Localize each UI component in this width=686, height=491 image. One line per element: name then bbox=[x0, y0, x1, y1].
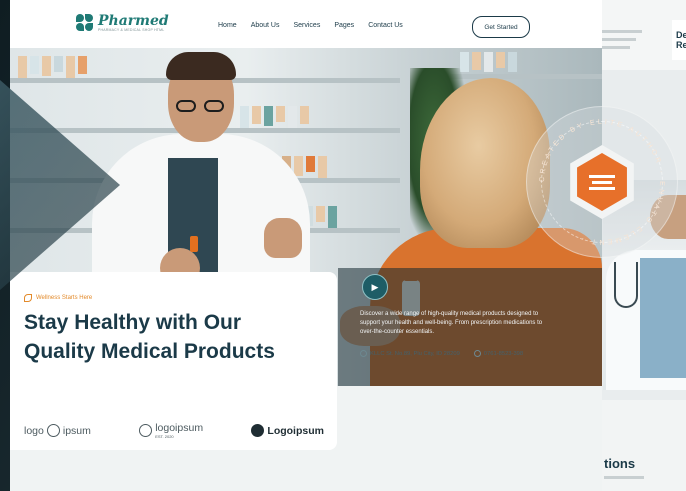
side-feature-card: De Re bbox=[672, 20, 686, 60]
side-card-title-1: De bbox=[676, 30, 686, 40]
brand-tagline: PHARMACY & MEDICAL SHOP HTML bbox=[98, 28, 165, 32]
pharmed-logo-icon bbox=[76, 14, 94, 32]
address-text: KLLC St. No.89, Plu City, ID 28209 bbox=[370, 350, 460, 357]
contact-info: KLLC St. No.89, Plu City, ID 28209 0761-… bbox=[360, 350, 523, 357]
elite-author-hexagon-icon bbox=[565, 145, 639, 219]
glasses-icon bbox=[176, 100, 230, 112]
nav-item-contact-us[interactable]: Contact Us bbox=[368, 22, 403, 29]
product-boxes bbox=[18, 56, 87, 78]
location-icon bbox=[360, 350, 367, 357]
stethoscope-icon bbox=[614, 262, 638, 308]
get-started-button[interactable]: Get Started bbox=[472, 16, 530, 38]
doctor-shirt bbox=[640, 258, 686, 378]
headline-line-2: Quality Medical Products bbox=[24, 340, 275, 363]
author-badge: CREATED BY ELITE AUTHOR · ENVATO ELEMENT… bbox=[526, 106, 678, 258]
nav-menu: Home About Us Services Pages Contact Us bbox=[218, 22, 403, 29]
eyebrow-text: Wellness Starts Here bbox=[36, 295, 93, 301]
side-lower-section: tions bbox=[600, 400, 686, 491]
partner-logos: logo ipsum logoipsum EST. 2020 Logoipsum bbox=[24, 422, 324, 439]
navbar: Pharmed PHARMACY & MEDICAL SHOP HTML Hom… bbox=[10, 0, 602, 48]
shelf bbox=[450, 74, 602, 79]
target-icon bbox=[46, 424, 60, 437]
eyebrow: Wellness Starts Here bbox=[24, 294, 92, 302]
address-item: KLLC St. No.89, Plu City, ID 28209 bbox=[360, 350, 460, 357]
phone-icon bbox=[473, 350, 481, 357]
nav-item-pages[interactable]: Pages bbox=[334, 22, 354, 29]
brand-logo[interactable]: Pharmed PHARMACY & MEDICAL SHOP HTML bbox=[76, 14, 169, 32]
hero-text-card: Wellness Starts Here Stay Healthy with O… bbox=[10, 272, 337, 450]
side-card-title-2: Re bbox=[676, 40, 686, 50]
pill-bottle-icon bbox=[190, 236, 198, 252]
play-icon: ▶ bbox=[371, 281, 379, 292]
pharmacist-hand bbox=[264, 218, 302, 258]
phone-item[interactable]: 0761-8523-398 bbox=[473, 350, 524, 357]
hero-description: Discover a wide range of high-quality me… bbox=[360, 311, 543, 335]
phone-text: 0761-8523-398 bbox=[483, 350, 524, 357]
headline-line-1: Stay Healthy with Our bbox=[24, 311, 242, 334]
partner-logo-1: logo ipsum bbox=[24, 424, 91, 437]
hero-headline: Stay Healthy with Our Quality Medical Pr… bbox=[24, 308, 324, 366]
product-boxes bbox=[240, 106, 309, 128]
partner-logo-3: Logoipsum bbox=[251, 424, 324, 437]
play-video-button[interactable]: ▶ bbox=[362, 274, 388, 300]
text-placeholder bbox=[604, 476, 644, 479]
side-lower-heading: tions bbox=[604, 456, 636, 471]
partner-logo-2: logoipsum EST. 2020 bbox=[139, 422, 203, 439]
nav-item-services[interactable]: Services bbox=[293, 22, 320, 29]
brand-name: Pharmed bbox=[98, 13, 169, 29]
pharmacist-hair bbox=[166, 52, 236, 80]
nav-item-about-us[interactable]: About Us bbox=[251, 22, 280, 29]
leaf-icon bbox=[24, 294, 32, 302]
website-preview: Pharmed PHARMACY & MEDICAL SHOP HTML Hom… bbox=[10, 0, 602, 491]
nav-item-home[interactable]: Home bbox=[218, 22, 237, 29]
spiral-icon bbox=[139, 424, 153, 437]
circle-logo-icon bbox=[251, 424, 265, 437]
